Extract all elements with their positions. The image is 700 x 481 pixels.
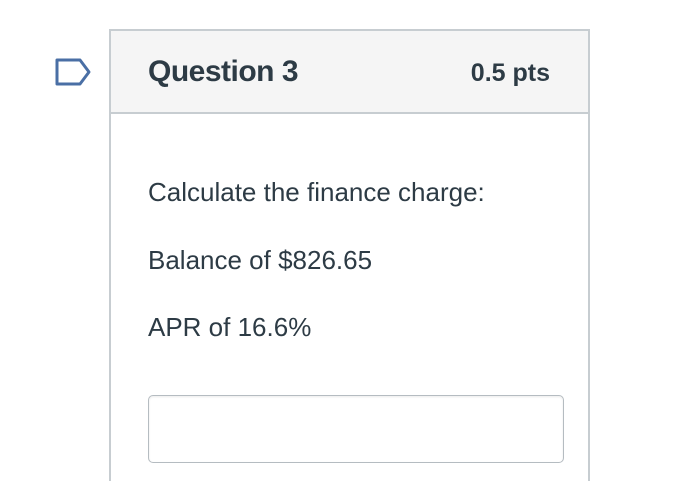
question-header: Question 3 0.5 pts bbox=[111, 31, 588, 114]
quiz-page: Question 3 0.5 pts Calculate the finance… bbox=[0, 0, 700, 481]
question-apr: APR of 16.6% bbox=[148, 312, 312, 342]
question-points: 0.5 pts bbox=[470, 59, 550, 87]
answer-input[interactable] bbox=[148, 395, 564, 463]
flag-question-icon[interactable] bbox=[54, 57, 92, 87]
question-card: Question 3 0.5 pts Calculate the finance… bbox=[109, 29, 590, 481]
question-title: Question 3 bbox=[148, 55, 299, 88]
question-prompt: Calculate the finance charge: bbox=[148, 177, 485, 207]
question-balance: Balance of $826.65 bbox=[148, 245, 373, 275]
